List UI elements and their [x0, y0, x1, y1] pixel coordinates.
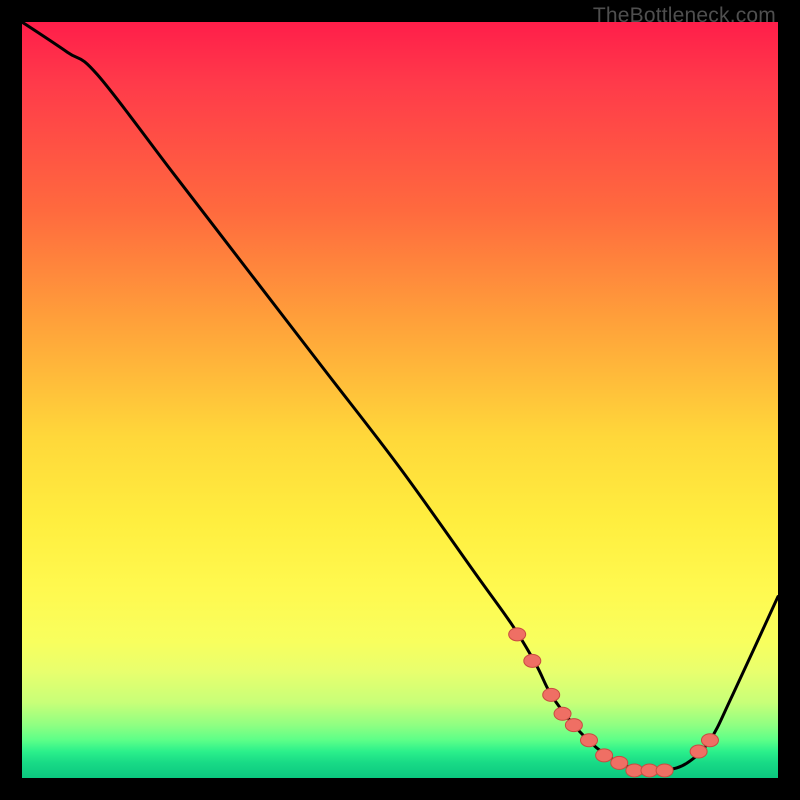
- curve-marker: [509, 628, 526, 641]
- curve-marker: [626, 764, 643, 777]
- curve-marker: [524, 654, 541, 667]
- curve-layer: [22, 22, 778, 778]
- curve-marker: [611, 756, 628, 769]
- curve-marker: [581, 734, 598, 747]
- curve-marker: [596, 749, 613, 762]
- curve-marker: [701, 734, 718, 747]
- curve-marker: [690, 745, 707, 758]
- curve-marker: [656, 764, 673, 777]
- bottleneck-curve: [22, 22, 778, 771]
- curve-marker: [565, 719, 582, 732]
- plot-area: [22, 22, 778, 778]
- chart-frame: TheBottleneck.com: [0, 0, 800, 800]
- curve-marker: [543, 688, 560, 701]
- highlight-markers: [509, 628, 719, 777]
- curve-marker: [554, 707, 571, 720]
- curve-marker: [641, 764, 658, 777]
